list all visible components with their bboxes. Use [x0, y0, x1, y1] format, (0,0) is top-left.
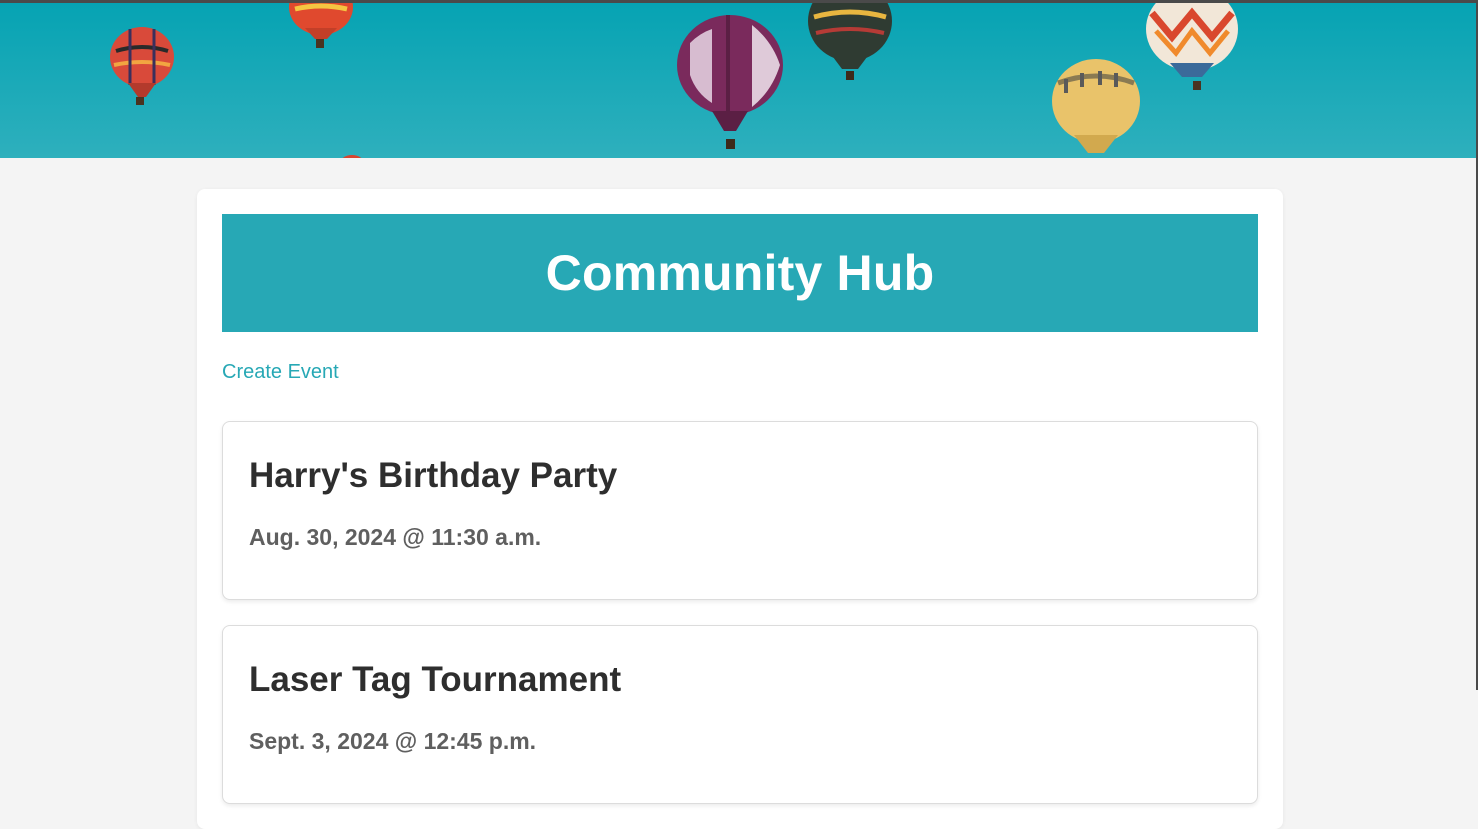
event-date: Sept. 3, 2024 @ 12:45 p.m.: [249, 728, 537, 754]
event-title: Harry's Birthday Party: [249, 456, 618, 495]
site-header: Community Hub: [222, 214, 1258, 332]
main-container: Community Hub Create Event Harry's Birth…: [197, 189, 1283, 829]
event-title: Laser Tag Tournament: [249, 660, 622, 699]
create-event-link[interactable]: Create Event: [222, 361, 339, 384]
page-title: Community Hub: [545, 245, 935, 301]
event-date: Aug. 30, 2024 @ 11:30 a.m.: [249, 524, 542, 550]
event-card[interactable]: Laser Tag Tournament Sept. 3, 2024 @ 12:…: [222, 625, 1258, 804]
hero-banner: [0, 0, 1476, 158]
event-card[interactable]: Harry's Birthday Party Aug. 30, 2024 @ 1…: [222, 421, 1258, 600]
hot-air-balloons-image: [0, 3, 1476, 158]
